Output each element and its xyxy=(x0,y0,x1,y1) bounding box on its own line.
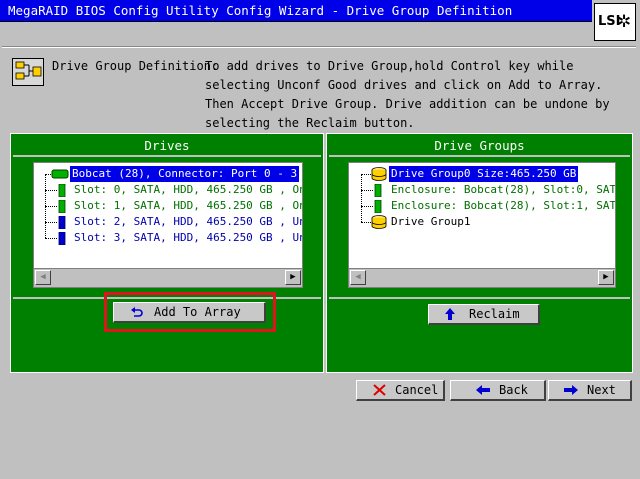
drive-group-icon xyxy=(371,215,387,229)
drive-groups-panel: Drive Groups Drive Group0 Size:465.250 G… xyxy=(326,133,633,373)
next-button[interactable]: Next xyxy=(548,380,632,401)
tree-row-slot-3[interactable]: Slot: 3, SATA, HDD, 465.250 GB , Unco xyxy=(34,230,302,246)
drive-online-icon xyxy=(58,200,66,213)
drive-item-enclosure[interactable]: Bobcat (28), Connector: Port 0 - 3 xyxy=(70,166,300,182)
back-button[interactable]: Back xyxy=(450,380,546,401)
enclosure-icon xyxy=(51,169,69,179)
scroll-right-arrow-icon[interactable]: ▶ xyxy=(285,270,301,285)
drive-item-slot-3[interactable]: Slot: 3, SATA, HDD, 465.250 GB , Unco xyxy=(72,230,302,246)
reclaim-button[interactable]: Reclaim xyxy=(428,304,540,325)
drive-online-icon xyxy=(58,184,66,197)
group-drive-slot-1[interactable]: Enclosure: Bobcat(28), Slot:1, SATA xyxy=(389,198,615,214)
info-label: Drive Group Definition: xyxy=(52,59,219,73)
tree-row-enclosure-slot-1[interactable]: Enclosure: Bobcat(28), Slot:1, SATA xyxy=(349,198,615,214)
up-arrow-icon xyxy=(445,308,455,320)
add-to-array-button[interactable]: Add To Array xyxy=(113,302,266,323)
window-title: MegaRAID BIOS Config Utility Config Wiza… xyxy=(0,0,592,22)
drives-tree[interactable]: Bobcat (28), Connector: Port 0 - 3 Slot:… xyxy=(33,162,303,288)
drive-group-0-item[interactable]: Drive Group0 Size:465.250 GB xyxy=(389,166,579,182)
drive-item-slot-0[interactable]: Slot: 0, SATA, HDD, 465.250 GB , Onli xyxy=(72,182,302,198)
drive-groups-panel-divider xyxy=(329,297,630,299)
group-drive-slot-0[interactable]: Enclosure: Bobcat(28), Slot:0, SATA xyxy=(389,182,615,198)
next-label: Next xyxy=(587,383,616,397)
tree-row-enclosure-slot-0[interactable]: Enclosure: Bobcat(28), Slot:0, SATA xyxy=(349,182,615,198)
tree-row-drive-group-0[interactable]: Drive Group0 Size:465.250 GB xyxy=(349,166,615,182)
drive-item-slot-2[interactable]: Slot: 2, SATA, HDD, 465.250 GB , Unco xyxy=(72,214,302,230)
drives-horizontal-scrollbar[interactable]: ◀ ▶ xyxy=(34,268,302,287)
tree-row-slot-1[interactable]: Slot: 1, SATA, HDD, 465.250 GB , Onli xyxy=(34,198,302,214)
next-arrow-icon xyxy=(564,385,578,395)
drive-groups-header: Drive Groups xyxy=(329,136,630,157)
tree-row-slot-2[interactable]: Slot: 2, SATA, HDD, 465.250 GB , Unco xyxy=(34,214,302,230)
drive-group-icon xyxy=(371,167,387,181)
drive-online-icon xyxy=(374,184,382,197)
drive-group-1-item[interactable]: Drive Group1 xyxy=(389,214,472,230)
drive-unconfigured-icon xyxy=(58,232,66,245)
scroll-left-arrow-icon[interactable]: ◀ xyxy=(350,270,366,285)
tree-row-drive-group-1[interactable]: Drive Group1 xyxy=(349,214,615,230)
cancel-label: Cancel xyxy=(395,383,439,397)
info-text: To add drives to Drive Group,hold Contro… xyxy=(205,59,610,130)
drive-unconfigured-icon xyxy=(58,216,66,229)
cancel-button[interactable]: Cancel xyxy=(356,380,445,401)
close-icon xyxy=(373,384,386,396)
tree-row-enclosure[interactable]: Bobcat (28), Connector: Port 0 - 3 xyxy=(34,166,302,182)
scroll-right-arrow-icon[interactable]: ▶ xyxy=(598,270,614,285)
drives-header: Drives xyxy=(13,136,321,157)
drive-group-definition-icon xyxy=(12,58,44,86)
drives-panel: Drives Bobcat (28), Connector: Port 0 - … xyxy=(10,133,324,373)
tree-row-slot-0[interactable]: Slot: 0, SATA, HDD, 465.250 GB , Onli xyxy=(34,182,302,198)
lsi-logo: LSI ✲ xyxy=(594,3,636,41)
header-separator xyxy=(2,46,636,48)
back-label: Back xyxy=(499,383,528,397)
drive-online-icon xyxy=(374,200,382,213)
drive-groups-tree[interactable]: Drive Group0 Size:465.250 GB Enclosure: … xyxy=(348,162,616,288)
scroll-left-arrow-icon[interactable]: ◀ xyxy=(35,270,51,285)
logo-star-icon: ✲ xyxy=(617,12,632,32)
reclaim-label: Reclaim xyxy=(469,307,520,321)
undo-arrow-icon xyxy=(131,307,143,317)
back-arrow-icon xyxy=(476,385,490,395)
drive-groups-horizontal-scrollbar[interactable]: ◀ ▶ xyxy=(349,268,615,287)
add-to-array-label: Add To Array xyxy=(154,305,241,319)
drives-panel-divider xyxy=(13,297,321,299)
drive-item-slot-1[interactable]: Slot: 1, SATA, HDD, 465.250 GB , Onli xyxy=(72,198,302,214)
